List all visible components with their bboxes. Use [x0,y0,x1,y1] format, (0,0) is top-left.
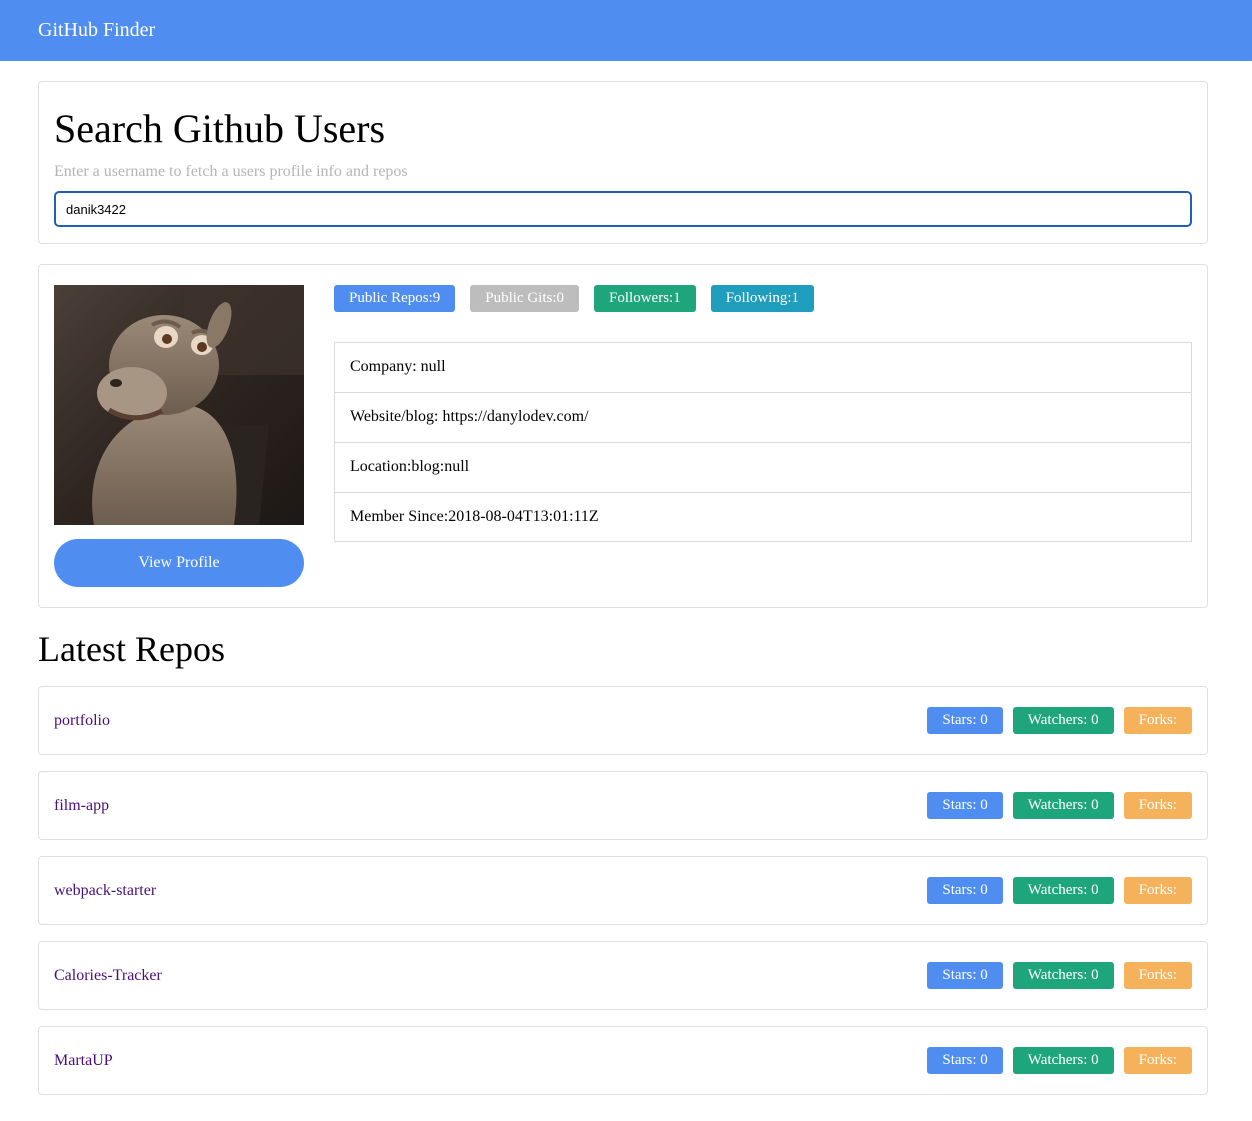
repo-stats: Stars: 0 Watchers: 0 Forks: [927,962,1192,989]
following-badge: Following:1 [710,285,815,312]
stars-badge: Stars: 0 [927,707,1003,734]
public-repos-badge: Public Repos:9 [334,285,456,312]
stars-badge: Stars: 0 [927,792,1003,819]
search-subtitle: Enter a username to fetch a users profil… [54,163,408,180]
info-website: Website/blog: https://danylodev.com/ [335,393,1191,443]
watchers-badge: Watchers: 0 [1012,1047,1114,1074]
profile-card: View Profile Public Repos:9 Public Gits:… [38,264,1208,608]
repo-link[interactable]: MartaUP [54,1052,113,1070]
search-title: Search Github Users [54,106,386,151]
repo-link[interactable]: film-app [54,797,109,815]
info-member-since: Member Since:2018-08-04T13:01:11Z [350,508,599,525]
repo-stats: Stars: 0 Watchers: 0 Forks: [927,707,1192,734]
profile-info-list: Company: null Website/blog: https://dany… [334,342,1192,542]
view-profile-button[interactable]: View Profile [54,539,304,587]
forks-badge: Forks: [1123,877,1192,904]
repo-card: webpack-starter Stars: 0 Watchers: 0 For… [38,856,1208,925]
info-company: Company: null [335,343,1191,393]
repo-link[interactable]: webpack-starter [54,882,156,900]
repos-title: Latest Repos [38,629,225,669]
main-container: Search Github Users Enter a username to … [38,81,1208,1095]
info-location: Location:blog:null [335,443,1191,493]
stars-badge: Stars: 0 [927,1047,1003,1074]
forks-badge: Forks: [1123,707,1192,734]
public-gists-badge: Public Gits:0 [470,285,580,312]
repo-link[interactable]: Calories-Tracker [54,967,162,985]
brand-title[interactable]: GitHub Finder [38,19,155,42]
forks-badge: Forks: [1123,792,1192,819]
watchers-badge: Watchers: 0 [1012,792,1114,819]
profile-stats: Public Repos:9 Public Gits:0 Followers:1… [334,285,815,312]
repo-card: MartaUP Stars: 0 Watchers: 0 Forks: [38,1026,1208,1095]
avatar [54,285,304,525]
avatar-image [54,285,304,525]
search-input[interactable] [54,191,1192,227]
repo-stats: Stars: 0 Watchers: 0 Forks: [927,877,1192,904]
repo-card: Calories-Tracker Stars: 0 Watchers: 0 Fo… [38,941,1208,1010]
forks-badge: Forks: [1123,962,1192,989]
repo-link[interactable]: portfolio [54,712,110,730]
repo-stats: Stars: 0 Watchers: 0 Forks: [927,1047,1192,1074]
repo-card: portfolio Stars: 0 Watchers: 0 Forks: [38,686,1208,755]
watchers-badge: Watchers: 0 [1012,962,1114,989]
watchers-badge: Watchers: 0 [1012,707,1114,734]
stars-badge: Stars: 0 [927,877,1003,904]
repo-stats: Stars: 0 Watchers: 0 Forks: [927,792,1192,819]
watchers-badge: Watchers: 0 [1012,877,1114,904]
repo-card: film-app Stars: 0 Watchers: 0 Forks: [38,771,1208,840]
navbar: GitHub Finder [0,0,1252,61]
followers-badge: Followers:1 [594,285,696,312]
search-card: Search Github Users Enter a username to … [38,81,1208,244]
forks-badge: Forks: [1123,1047,1192,1074]
stars-badge: Stars: 0 [927,962,1003,989]
